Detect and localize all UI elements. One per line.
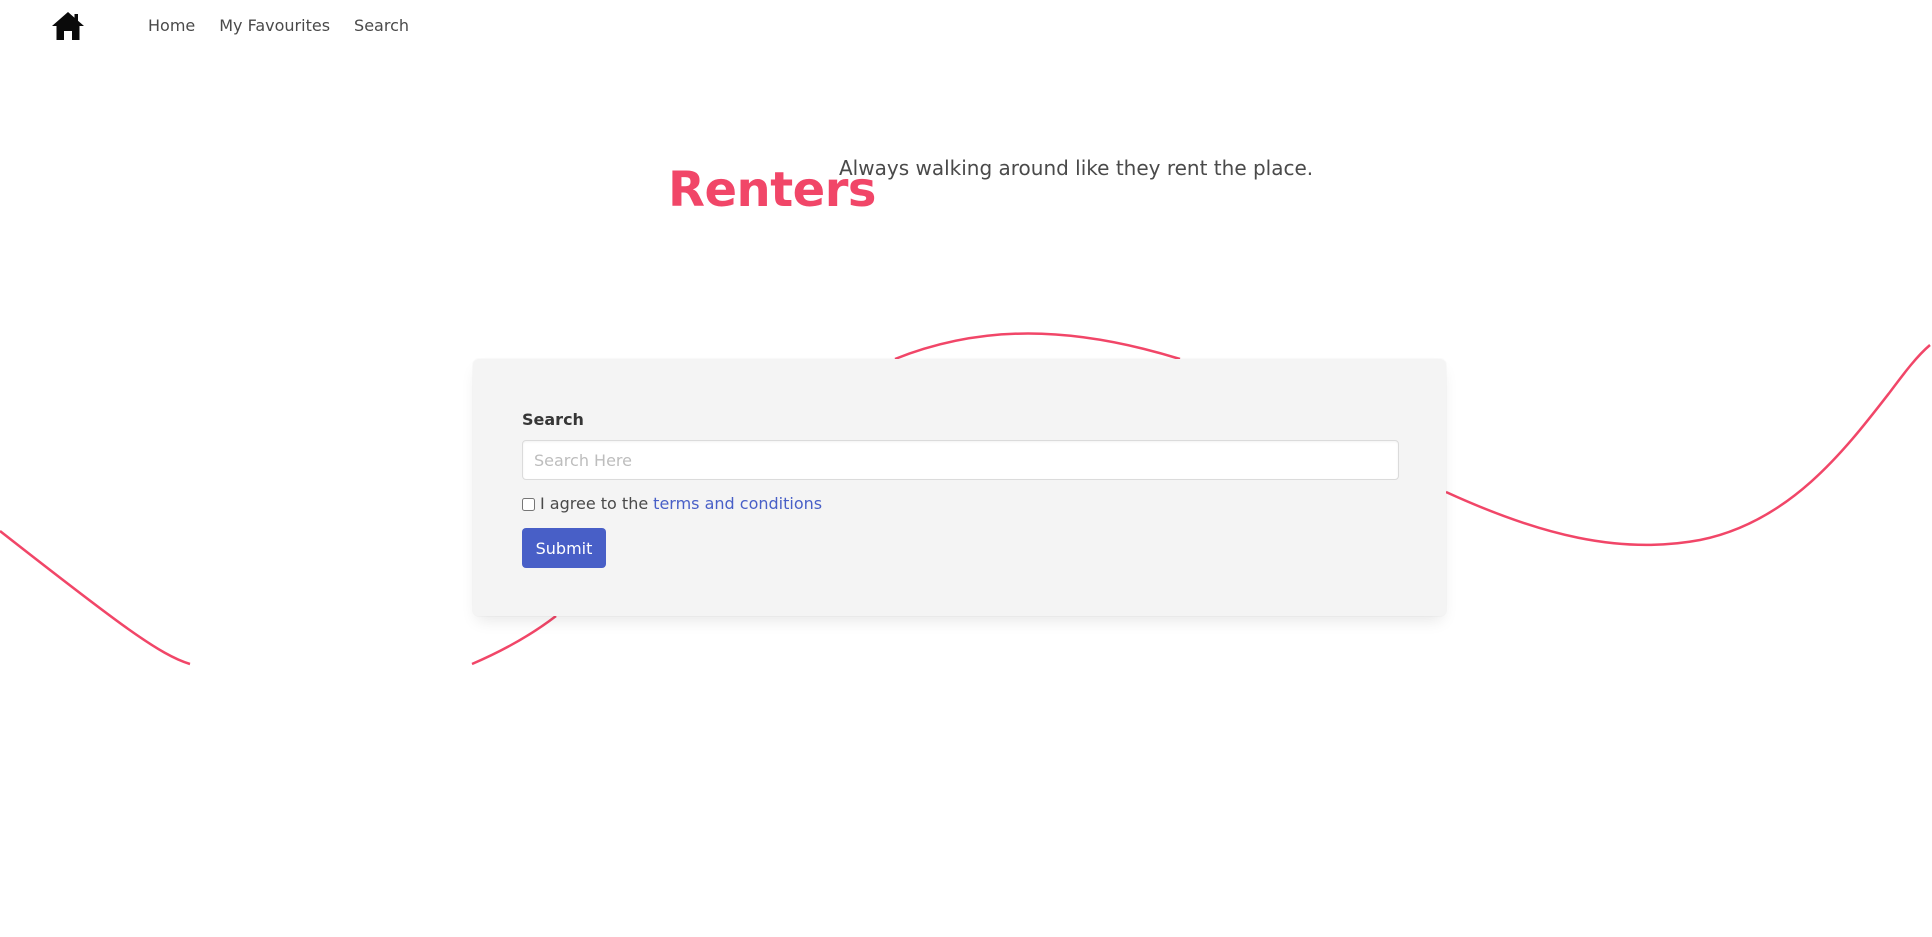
- search-input[interactable]: [522, 440, 1399, 480]
- terms-link[interactable]: terms and conditions: [653, 493, 822, 515]
- nav-link-search[interactable]: Search: [342, 0, 421, 52]
- navbar: Home My Favourites Search: [0, 0, 1932, 52]
- submit-button[interactable]: Submit: [522, 528, 606, 568]
- nav-link-home[interactable]: Home: [136, 0, 207, 52]
- search-form-box: Search I agree to the terms and conditio…: [473, 359, 1446, 616]
- home-icon[interactable]: [51, 10, 85, 42]
- hero-subtitle: Always walking around like they rent the…: [839, 156, 1314, 180]
- page: Home My Favourites Search Renters Always…: [0, 0, 1932, 937]
- terms-row: I agree to the terms and conditions: [522, 493, 822, 515]
- nav-link-my-favourites[interactable]: My Favourites: [207, 0, 342, 52]
- agree-text: I agree to the: [540, 494, 649, 513]
- agree-checkbox[interactable]: [522, 497, 535, 511]
- nav-links: Home My Favourites Search: [136, 0, 421, 52]
- search-label: Search: [522, 410, 584, 429]
